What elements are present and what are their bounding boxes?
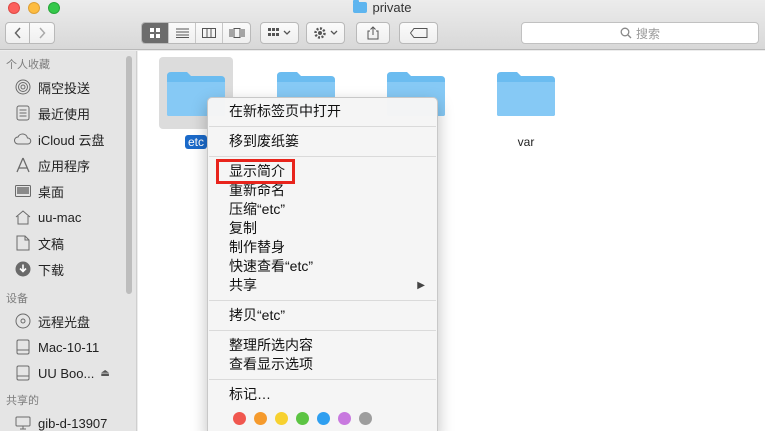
sidebar-item-remote-disc[interactable]: 远程光盘 <box>0 308 136 334</box>
submenu-arrow-icon: ▶ <box>417 280 425 291</box>
menu-item-make-alias[interactable]: 制作替身 <box>208 238 437 257</box>
sidebar-item-mac-drive[interactable]: Mac-10-11 <box>0 334 136 360</box>
sidebar-item-applications[interactable]: 应用程序 <box>0 152 136 178</box>
gallery-view-button[interactable] <box>223 23 250 43</box>
list-icon <box>175 28 189 38</box>
tags-button[interactable] <box>399 22 438 44</box>
sidebar-item-icloud[interactable]: iCloud 云盘 <box>0 126 136 152</box>
tag-orange[interactable] <box>254 412 267 425</box>
folder-name: etc <box>184 135 207 149</box>
menu-item-move-to-trash[interactable]: 移到废纸篓 <box>208 132 437 151</box>
chevron-right-icon <box>39 27 46 39</box>
menu-item-share-label: 共享 <box>229 277 257 293</box>
sidebar-item-downloads[interactable]: 下载 <box>0 256 136 282</box>
menu-item-view-options[interactable]: 查看显示选项 <box>208 355 437 374</box>
menu-item-open-new-tab[interactable]: 在新标签页中打开 <box>208 102 437 121</box>
folder-icon <box>353 0 368 13</box>
folder-name: var <box>517 135 535 149</box>
search-placeholder: 搜索 <box>635 26 660 41</box>
highlight-annotation <box>216 159 295 184</box>
downloads-icon <box>14 260 32 278</box>
context-menu: 在新标签页中打开 移到废纸篓 显示简介 重新命名 压缩“etc” 复制 制作替身… <box>207 97 438 431</box>
menu-item-clean-up[interactable]: 整理所选内容 <box>208 336 437 355</box>
documents-icon <box>14 234 32 252</box>
sidebar-header-favorites: 个人收藏 <box>6 59 50 71</box>
sidebar-item-airdrop[interactable]: 隔空投送 <box>0 74 136 100</box>
window-title: private <box>0 0 765 16</box>
sidebar-item-documents[interactable]: 文稿 <box>0 230 136 256</box>
close-button[interactable] <box>8 2 20 14</box>
sidebar-scrollbar[interactable] <box>126 56 132 294</box>
menu-item-tags[interactable]: 标记… <box>208 385 437 404</box>
search-field[interactable]: 搜索 <box>521 22 759 44</box>
back-button[interactable] <box>5 22 30 44</box>
grid-icon <box>149 27 160 38</box>
column-view-button[interactable] <box>196 23 223 43</box>
network-icon <box>14 414 32 431</box>
menu-item-quick-look[interactable]: 快速查看“etc” <box>208 257 437 276</box>
drive-icon <box>14 338 32 356</box>
arrange-button[interactable] <box>260 22 299 44</box>
list-view-button[interactable] <box>169 23 196 43</box>
cloud-icon <box>14 130 32 148</box>
tag-blue[interactable] <box>317 412 330 425</box>
recents-icon <box>14 104 32 122</box>
folder-icon <box>489 57 563 129</box>
sidebar-item-network-host[interactable]: gib-d-13907 <box>0 410 136 431</box>
menu-separator <box>209 156 436 157</box>
icon-view-button[interactable] <box>142 23 169 43</box>
menu-separator <box>209 300 436 301</box>
airdrop-icon <box>14 78 32 96</box>
eject-icon[interactable]: ⏏ <box>100 368 109 379</box>
optical-disc-icon <box>14 312 32 330</box>
sidebar-item-recents[interactable]: 最近使用 <box>0 100 136 126</box>
search-icon <box>620 27 632 39</box>
menu-separator <box>209 379 436 380</box>
chevron-left-icon <box>13 27 21 39</box>
share-button[interactable] <box>356 22 390 44</box>
gear-icon <box>313 27 337 39</box>
sidebar-header-shared: 共享的 <box>6 395 39 407</box>
share-icon <box>367 26 379 40</box>
folder-item-var[interactable]: var <box>488 57 564 149</box>
sidebar: 个人收藏 隔空投送 最近使用 iCloud 云盘 应用程序 桌面 uu-mac … <box>0 51 137 431</box>
menu-separator <box>209 330 436 331</box>
view-mode-selector[interactable] <box>141 22 251 44</box>
menu-separator <box>209 126 436 127</box>
menu-item-copy[interactable]: 拷贝“etc” <box>208 306 437 325</box>
window-toolbar: private 搜索 <box>0 0 765 50</box>
cover-flow-icon <box>229 28 244 38</box>
applications-icon <box>14 156 32 174</box>
tag-yellow[interactable] <box>275 412 288 425</box>
menu-item-duplicate[interactable]: 复制 <box>208 219 437 238</box>
desktop-icon <box>14 182 32 200</box>
tag-red[interactable] <box>233 412 246 425</box>
menu-item-compress[interactable]: 压缩“etc” <box>208 200 437 219</box>
zoom-button[interactable] <box>48 2 60 14</box>
menu-item-share[interactable]: 共享 ▶ <box>208 276 437 295</box>
minimize-button[interactable] <box>28 2 40 14</box>
arrange-grid-icon <box>267 28 290 36</box>
sidebar-item-uu-boot[interactable]: UU Boo... ⏏ <box>0 360 136 386</box>
columns-icon <box>202 28 216 38</box>
sidebar-header-devices: 设备 <box>6 293 28 305</box>
tag-green[interactable] <box>296 412 309 425</box>
tag-purple[interactable] <box>338 412 351 425</box>
forward-button[interactable] <box>30 22 55 44</box>
tag-gray[interactable] <box>359 412 372 425</box>
tag-icon <box>409 28 427 38</box>
sidebar-item-desktop[interactable]: 桌面 <box>0 178 136 204</box>
drive-icon <box>14 364 32 382</box>
sidebar-item-home[interactable]: uu-mac <box>0 204 136 230</box>
action-button[interactable] <box>306 22 345 44</box>
home-icon <box>14 208 32 226</box>
tag-color-row <box>208 412 437 425</box>
